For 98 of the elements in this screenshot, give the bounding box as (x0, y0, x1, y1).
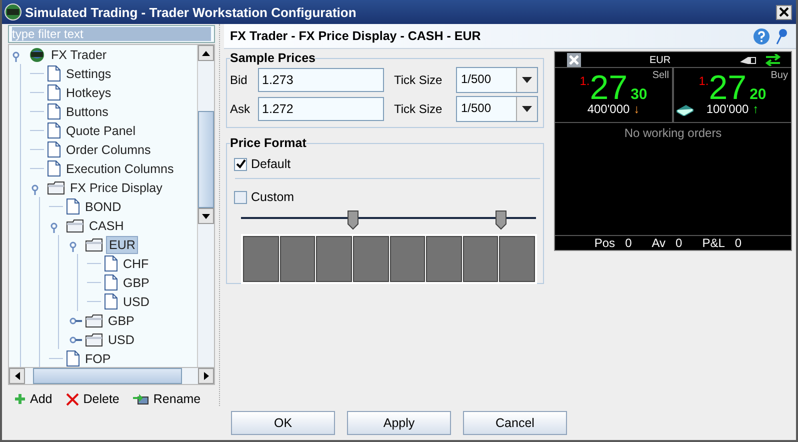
vertical-scrollbar[interactable] (197, 45, 214, 367)
price-field[interactable]: 1.272 (258, 96, 384, 120)
tree-item[interactable]: CASH (87, 218, 126, 234)
size-label: 100'000 (706, 102, 749, 116)
group-title: Price Format (230, 136, 306, 150)
document-icon (47, 65, 61, 82)
close-icon (779, 7, 789, 17)
folder-icon (85, 238, 103, 252)
color-swatch[interactable] (462, 236, 498, 282)
document-icon (104, 293, 118, 310)
footer-value: 0 (734, 236, 742, 250)
tree-item[interactable]: Execution Columns (64, 160, 176, 176)
tree-action-button[interactable]: Add (14, 392, 52, 406)
pin-icon[interactable] (776, 28, 788, 44)
globe-icon (28, 46, 46, 62)
book-icon (676, 102, 694, 116)
color-swatch[interactable] (390, 236, 426, 282)
color-swatch[interactable] (243, 236, 279, 282)
folder-icon (85, 332, 103, 346)
side-label: Buy (770, 70, 788, 81)
footer-value: 0 (676, 236, 682, 250)
checkbox[interactable]: Custom (230, 187, 540, 207)
check-icon (236, 159, 246, 169)
folder-icon (85, 314, 103, 328)
document-icon (47, 141, 61, 158)
swap-arrows-icon (765, 54, 781, 66)
tree-item[interactable]: FX Trader (49, 46, 109, 62)
tree-action-button[interactable]: Delete (66, 392, 120, 406)
color-swatch[interactable] (316, 236, 352, 282)
slider-thumb[interactable] (494, 210, 507, 230)
tree-item[interactable]: USD (121, 294, 152, 310)
help-icon[interactable] (753, 28, 770, 44)
document-icon (47, 103, 61, 120)
page-title: FX Trader - FX Price Display - CASH - EUR (230, 29, 482, 43)
slider-thumb[interactable] (347, 210, 360, 230)
checkbox[interactable]: Default (230, 154, 540, 174)
tree-item[interactable]: Settings (64, 66, 114, 82)
filter-field[interactable]: type filter text (8, 25, 215, 43)
plus-icon (14, 393, 26, 405)
dropdown-arrow-icon (522, 106, 532, 112)
footer-label: Pos (594, 236, 616, 250)
document-icon (47, 122, 61, 139)
tree-action-button[interactable]: Rename (133, 392, 201, 406)
group-title: Sample Prices (230, 51, 316, 65)
footer-value: 0 (625, 236, 632, 250)
color-swatch[interactable] (426, 236, 462, 282)
up-arrow: ↑ (752, 102, 759, 116)
color-swatch[interactable] (280, 236, 316, 282)
field-label: Tick Size (394, 102, 444, 116)
document-icon (104, 274, 118, 291)
tree-item[interactable]: FX Price Display (68, 180, 164, 196)
color-swatch[interactable] (352, 236, 388, 282)
close-button[interactable] (776, 4, 792, 20)
document-icon (104, 255, 118, 272)
footer-label: P&L (702, 236, 725, 250)
scroll-up-icon[interactable] (202, 50, 210, 56)
tree-item[interactable]: Buttons (64, 104, 110, 120)
document-icon (47, 160, 61, 177)
symbol-label: EUR (648, 54, 672, 66)
tree-item[interactable]: USD (106, 332, 136, 348)
tree-item[interactable]: GBP (121, 274, 152, 290)
scroll-down-icon[interactable] (202, 214, 210, 218)
dialog-button[interactable]: Apply (347, 411, 451, 435)
rename-icon (133, 393, 150, 405)
tree-item[interactable]: CHF (121, 256, 151, 272)
field-label: Bid (230, 72, 248, 86)
folder-icon (66, 218, 84, 232)
dropdown-arrow-icon (522, 76, 532, 82)
price-field[interactable]: 1.273 (258, 68, 384, 92)
field-label: Tick Size (394, 72, 444, 86)
tree-item[interactable]: Order Columns (64, 142, 153, 158)
dialog-button[interactable]: OK (231, 411, 335, 435)
document-icon (47, 84, 61, 101)
scroll-left-icon[interactable] (14, 372, 20, 380)
tree-item[interactable]: BOND (83, 198, 124, 214)
footer-label: Av (652, 236, 666, 250)
down-arrow: ↓ (634, 102, 640, 116)
horizontal-scrollbar[interactable] (8, 368, 215, 385)
scroll-right-icon[interactable] (204, 372, 208, 380)
x-icon (66, 392, 80, 406)
tick-size-dropdown[interactable]: 1/500 (456, 66, 538, 92)
tree-item[interactable]: Hotkeys (64, 84, 114, 100)
tree-item[interactable]: EUR (106, 236, 138, 254)
tree-item[interactable]: GBP (106, 312, 136, 328)
side-label: Sell (652, 70, 669, 81)
size-label: 400'000 (587, 102, 630, 116)
tick-size-dropdown[interactable]: 1/500 (456, 96, 538, 122)
dialog-button[interactable]: Cancel (463, 411, 567, 435)
slider-track[interactable] (241, 209, 536, 231)
window-title: Simulated Trading - Trader Workstation Configuration (25, 4, 358, 20)
globe-icon (4, 3, 22, 21)
document-icon (66, 198, 80, 215)
tree-item[interactable]: FOP (83, 350, 113, 366)
empty-message: No working orders (624, 126, 722, 140)
color-swatch[interactable] (499, 236, 535, 282)
field-label: Ask (230, 102, 252, 116)
folder-icon (47, 180, 65, 194)
tree-item[interactable]: Quote Panel (64, 122, 138, 138)
